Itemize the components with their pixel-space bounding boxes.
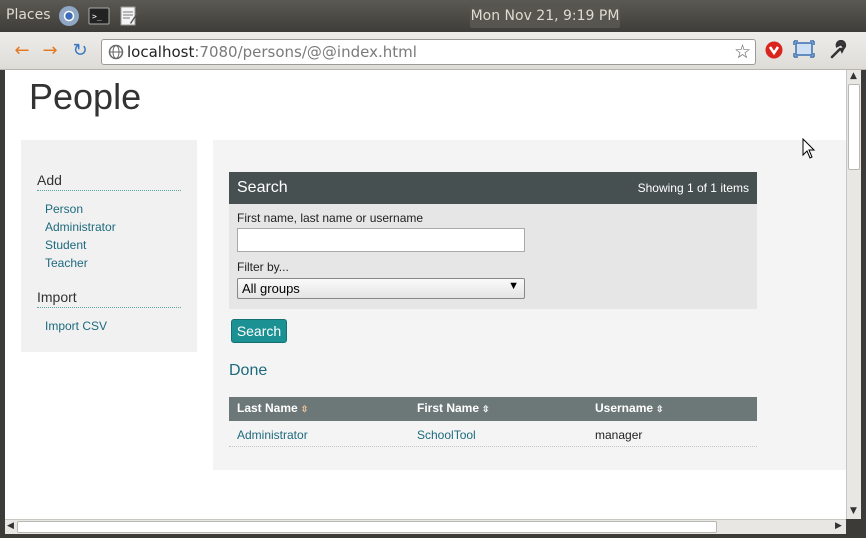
col-last-name-label: Last Name	[237, 401, 298, 415]
text-editor-launcher-icon[interactable]	[118, 5, 140, 27]
done-link[interactable]: Done	[229, 362, 267, 380]
address-bar[interactable]: localhost:7080/persons/@@index.html ☆	[101, 39, 756, 65]
filter-label: Filter by...	[237, 260, 289, 274]
group-filter-value: All groups	[242, 281, 300, 296]
top-panel: Places >_ Mon Nov 21, 9:19 PM	[0, 0, 866, 32]
mouse-cursor-icon	[802, 137, 816, 164]
col-username[interactable]: Username ⇳	[595, 401, 664, 415]
url-text: localhost:7080/persons/@@index.html	[127, 43, 417, 61]
people-table: Last Name ⇳ First Name ⇳ Username ⇳ Adminis…	[229, 397, 757, 447]
sort-asc-icon: ⇳	[300, 404, 309, 414]
svg-text:>_: >_	[92, 12, 102, 21]
table-row: Administrator SchoolTool manager	[229, 421, 757, 447]
search-input[interactable]	[237, 228, 525, 252]
wrench-menu-icon[interactable]	[826, 39, 850, 62]
search-title: Search	[237, 179, 288, 196]
globe-icon	[108, 44, 124, 60]
vertical-scroll-thumb[interactable]	[848, 84, 860, 170]
search-header: Search Showing 1 of 1 items	[229, 172, 757, 204]
url-path: :7080/persons/@@index.html	[194, 43, 417, 61]
terminal-launcher-icon[interactable]: >_	[88, 5, 110, 27]
import-csv-link[interactable]: Import CSV	[45, 319, 107, 333]
col-first-name[interactable]: First Name ⇳	[417, 401, 490, 415]
scroll-down-icon[interactable]: ▼	[850, 506, 857, 516]
url-host: localhost	[127, 43, 195, 61]
sort-both-icon: ⇳	[482, 404, 490, 414]
scroll-left-icon[interactable]: ◀	[7, 521, 14, 531]
dropdown-arrow-icon: ▼	[508, 280, 519, 292]
add-person-link[interactable]: Person	[45, 202, 83, 216]
col-last-name[interactable]: Last Name ⇳	[237, 401, 308, 415]
col-first-name-label: First Name	[417, 401, 480, 415]
scroll-up-icon[interactable]: ▲	[850, 71, 857, 81]
vertical-scrollbar[interactable]: ▲ ▼	[846, 70, 861, 519]
chrome-launcher-icon[interactable]	[58, 5, 80, 27]
forward-arrow-icon[interactable]: →	[38, 40, 62, 62]
result-count: Showing 1 of 1 items	[637, 181, 749, 195]
add-student-link[interactable]: Student	[45, 238, 86, 252]
places-menu[interactable]: Places	[6, 7, 51, 23]
page-title: People	[29, 76, 142, 117]
page-viewport: People Add Person Administrator Student …	[5, 70, 846, 519]
table-header: Last Name ⇳ First Name ⇳ Username ⇳	[229, 397, 757, 421]
first-name-cell[interactable]: SchoolTool	[417, 428, 476, 442]
sort-both-icon: ⇳	[656, 404, 664, 414]
add-teacher-link[interactable]: Teacher	[45, 256, 88, 270]
search-button[interactable]: Search	[231, 319, 287, 343]
adblock-icon[interactable]	[762, 40, 786, 62]
browser-toolbar: ← → ↻ localhost:7080/persons/@@index.htm…	[0, 32, 866, 70]
fullscreen-icon[interactable]	[792, 40, 816, 62]
bookmark-star-icon[interactable]: ☆	[734, 41, 751, 63]
scroll-right-icon[interactable]: ▶	[835, 521, 842, 531]
panel-clock[interactable]: Mon Nov 21, 9:19 PM	[470, 4, 620, 28]
add-heading: Add	[37, 172, 181, 191]
col-username-label: Username	[595, 401, 654, 415]
sidebar: Add Person Administrator Student Teacher…	[21, 140, 197, 352]
group-filter-select[interactable]: All groups ▼	[237, 278, 525, 299]
back-arrow-icon[interactable]: ←	[10, 40, 34, 62]
import-heading: Import	[37, 289, 181, 308]
horizontal-scroll-thumb[interactable]	[17, 521, 717, 533]
horizontal-scrollbar[interactable]: ◀ ▶	[5, 519, 846, 534]
add-administrator-link[interactable]: Administrator	[45, 220, 116, 234]
username-cell: manager	[595, 428, 643, 442]
last-name-cell[interactable]: Administrator	[237, 428, 308, 442]
search-query-label: First name, last name or username	[237, 211, 424, 225]
search-panel: Search Showing 1 of 1 items First name, …	[229, 172, 757, 309]
reload-icon[interactable]: ↻	[68, 40, 92, 62]
